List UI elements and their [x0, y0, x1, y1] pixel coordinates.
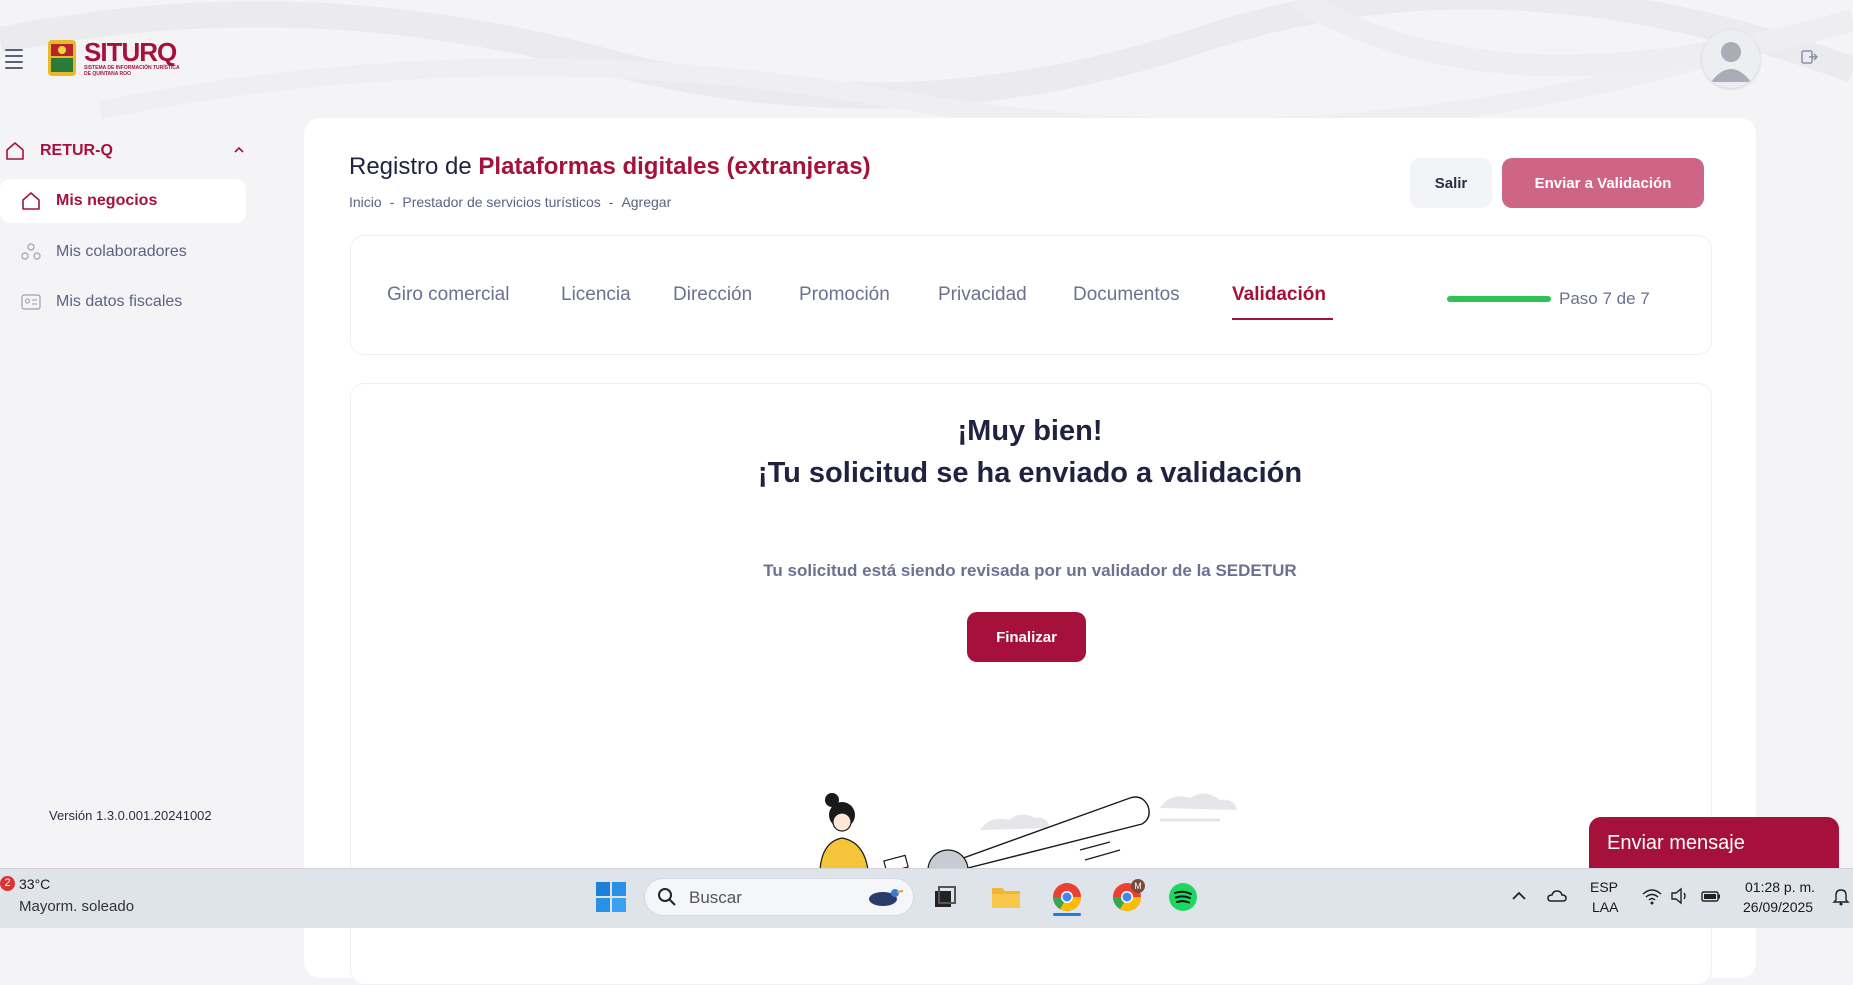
breadcrumb-separator: -: [608, 194, 614, 210]
tab-validacion[interactable]: Validación: [1232, 284, 1326, 306]
task-view-icon[interactable]: [926, 878, 964, 916]
logout-icon[interactable]: [1800, 48, 1818, 66]
volume-icon[interactable]: [1669, 886, 1691, 906]
state-emblem-icon: [48, 40, 76, 76]
breadcrumb-inicio[interactable]: Inicio: [349, 194, 382, 210]
onedrive-cloud-icon[interactable]: [1546, 886, 1568, 906]
app-logo[interactable]: SITURQ SISTEMA DE INFORMACIÓN TURÍSTICA …: [46, 38, 184, 78]
breadcrumb-separator: -: [389, 194, 395, 210]
chevron-up-icon[interactable]: [232, 143, 246, 157]
step-indicator: Paso 7 de 7: [1559, 289, 1650, 308]
enviar-validacion-button[interactable]: Enviar a Validación: [1502, 158, 1704, 208]
hamburger-menu-icon[interactable]: [0, 46, 28, 72]
success-subheading: ¡Tu solicitud se ha enviado a validación: [757, 457, 1303, 489]
send-message-chat-button[interactable]: Enviar mensaje: [1589, 817, 1839, 869]
home-icon: [6, 142, 24, 160]
notification-bell-icon[interactable]: [1830, 886, 1852, 906]
tab-documentos[interactable]: Documentos: [1073, 284, 1180, 306]
weather-condition: Mayorm. soleado: [19, 898, 135, 915]
clock-time[interactable]: 01:28 p. m.: [1745, 879, 1815, 895]
search-icon: [658, 888, 676, 906]
sidebar-group-returq[interactable]: RETUR-Q: [0, 136, 250, 166]
language-indicator-2[interactable]: LAA: [1592, 899, 1618, 915]
tab-direccion[interactable]: Dirección: [673, 284, 752, 306]
battery-icon[interactable]: [1700, 886, 1722, 906]
tab-licencia[interactable]: Licencia: [561, 284, 631, 306]
app-version: Versión 1.3.0.001.20241002: [49, 808, 212, 823]
active-tab-underline: [1232, 318, 1333, 320]
sidebar-item-mis-datos-fiscales[interactable]: Mis datos fiscales: [0, 280, 246, 324]
page-title: Registro de Plataformas digitales (extra…: [349, 153, 871, 181]
clock-date[interactable]: 26/09/2025: [1743, 899, 1813, 915]
finalizar-button[interactable]: Finalizar: [967, 612, 1086, 662]
illustration-person-rocket: [819, 793, 1237, 870]
brand-name: SITURQ: [84, 37, 177, 67]
user-avatar[interactable]: [1702, 30, 1760, 88]
windows-start-icon[interactable]: [592, 878, 630, 916]
header-background-decoration: [0, 0, 1853, 130]
sidebar-group-label: RETUR-Q: [40, 142, 113, 159]
chrome-profile-badge: M: [1134, 881, 1142, 891]
page-title-prefix: Registro de: [349, 153, 472, 180]
wifi-icon[interactable]: [1641, 886, 1663, 906]
salir-button[interactable]: Salir: [1410, 158, 1492, 208]
chevron-up-tray-icon[interactable]: [1508, 886, 1530, 906]
weather-widget[interactable]: 2 33°C Mayorm. soleado: [0, 876, 150, 922]
review-description: Tu solicitud está siendo revisada por un…: [763, 561, 1297, 580]
language-indicator-1[interactable]: ESP: [1590, 879, 1618, 895]
progress-bar: [1447, 296, 1551, 302]
users-icon: [21, 243, 41, 260]
sidebar-item-mis-colaboradores[interactable]: Mis colaboradores: [0, 230, 246, 274]
weather-temperature: 33°C: [19, 876, 51, 892]
sidebar-item-label: Mis datos fiscales: [56, 293, 183, 310]
tab-promocion[interactable]: Promoción: [799, 284, 890, 306]
sidebar-item-label: Mis negocios: [56, 192, 158, 209]
page-title-accent: Plataformas digitales (extranjeras): [478, 153, 871, 180]
taskbar-search-input[interactable]: Buscar: [644, 878, 914, 916]
brand-subtitle: SISTEMA DE INFORMACIÓN TURÍSTICA DE QUIN…: [84, 65, 180, 77]
spotify-icon[interactable]: [1164, 878, 1202, 916]
weather-notification-badge: 2: [0, 876, 15, 891]
chrome-profile-2-icon[interactable]: M: [1108, 878, 1146, 916]
breadcrumb-agregar: Agregar: [621, 194, 672, 210]
id-card-icon: [21, 294, 41, 310]
home-icon: [22, 192, 40, 210]
file-explorer-icon[interactable]: [987, 878, 1025, 916]
tab-privacidad[interactable]: Privacidad: [938, 284, 1027, 306]
steps-tab-bar: [350, 235, 1712, 355]
user-avatar-icon: [1711, 42, 1751, 82]
breadcrumb-prestador[interactable]: Prestador de servicios turísticos: [402, 194, 600, 210]
tab-giro-comercial[interactable]: Giro comercial: [387, 284, 509, 306]
search-highlight-bird-icon: [869, 889, 904, 906]
breadcrumb: Inicio - Prestador de servicios turístic…: [349, 194, 671, 210]
progress-bar-fill: [1447, 296, 1551, 302]
sidebar-item-label: Mis colaboradores: [56, 243, 187, 260]
success-heading: ¡Muy bien!: [957, 415, 1103, 447]
chrome-profile-1-icon[interactable]: [1048, 878, 1086, 916]
search-placeholder: Buscar: [689, 888, 742, 907]
sidebar-item-mis-negocios[interactable]: Mis negocios: [0, 179, 246, 223]
